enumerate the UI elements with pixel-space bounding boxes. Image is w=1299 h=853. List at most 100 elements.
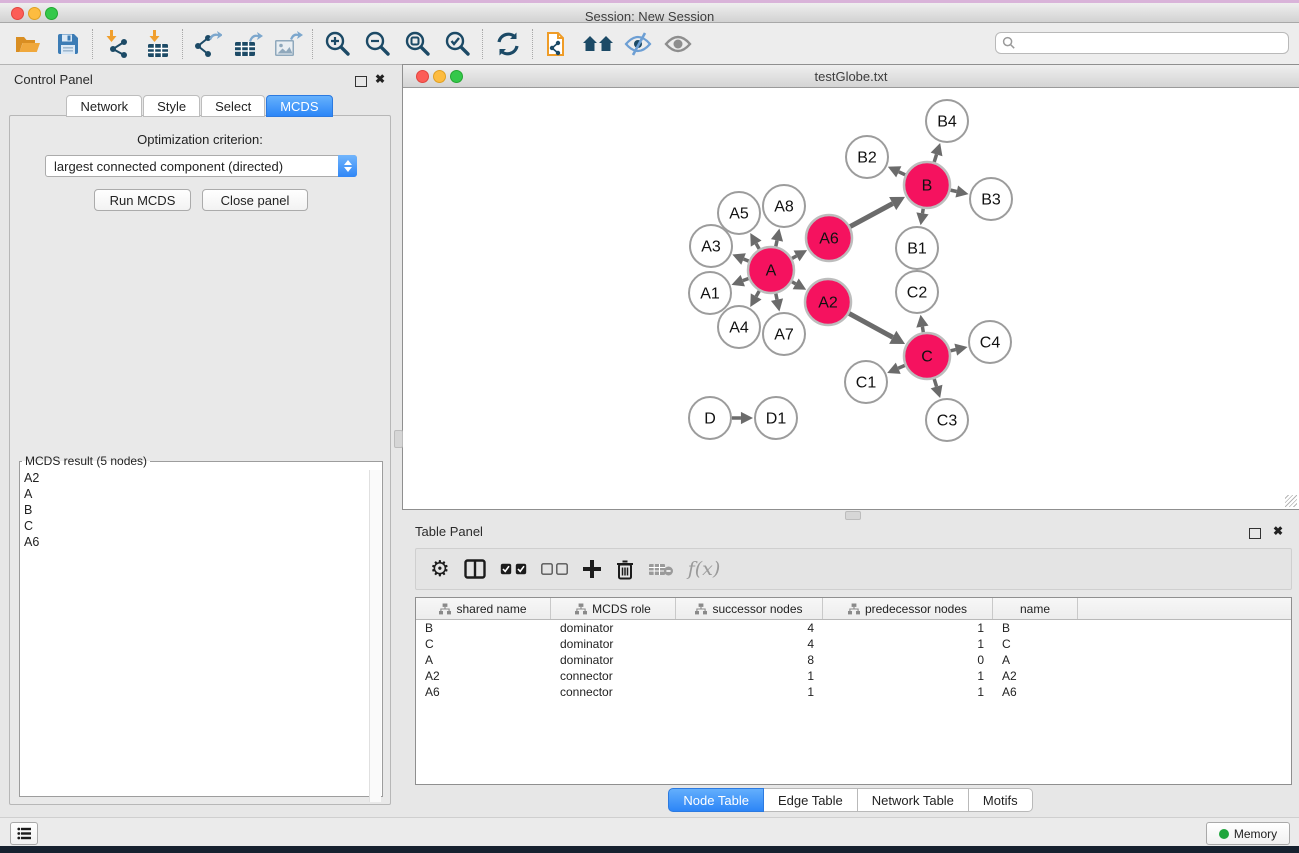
refresh-layout-icon[interactable] [488, 27, 528, 61]
graph-edge[interactable] [950, 190, 956, 191]
select-all-check-icon[interactable] [500, 554, 527, 584]
table-cell[interactable]: B [416, 621, 551, 635]
search-input[interactable] [1016, 35, 1288, 51]
table-row[interactable]: A6connector11A6 [416, 684, 1291, 700]
table-cell[interactable]: C [416, 637, 551, 651]
table-cell[interactable]: dominator [551, 621, 676, 635]
graph-edge[interactable] [899, 172, 905, 175]
graph-edge[interactable] [792, 282, 796, 284]
result-item[interactable]: C [24, 518, 382, 534]
table-cell[interactable]: 1 [823, 685, 993, 699]
table-cell[interactable]: A [993, 653, 1078, 667]
network-from-file-icon[interactable] [538, 27, 578, 61]
network-graph[interactable]: B4B2BB3B1A5A8A6A3AA1A2C2A4A7CC4C1C3DD1 [403, 88, 1298, 509]
graph-edge[interactable] [850, 204, 893, 227]
main-titlebar[interactable]: Session: New Session [0, 3, 1299, 23]
result-item[interactable]: A [24, 486, 382, 502]
tab-style[interactable]: Style [143, 95, 200, 117]
zoom-selected-icon[interactable] [438, 27, 478, 61]
export-table-icon[interactable] [228, 27, 268, 61]
deselect-all-icon[interactable] [541, 554, 568, 584]
delete-column-icon[interactable] [616, 554, 634, 584]
graph-edge[interactable] [776, 240, 777, 246]
export-network-icon[interactable] [188, 27, 228, 61]
float-panel-icon[interactable] [355, 74, 367, 92]
task-history-button[interactable] [10, 822, 38, 845]
tab-select[interactable]: Select [201, 95, 265, 117]
table-cell[interactable]: A2 [993, 669, 1078, 683]
graph-edge[interactable] [934, 154, 936, 162]
gear-icon[interactable]: ⚙ [430, 554, 450, 584]
close-panel-icon[interactable]: ✖ [375, 74, 385, 84]
tab-motifs[interactable]: Motifs [969, 788, 1033, 812]
tab-node-table[interactable]: Node Table [668, 788, 764, 812]
search-field[interactable] [995, 32, 1289, 54]
column-header-predecessor-nodes[interactable]: predecessor nodes [823, 598, 993, 619]
network-titlebar[interactable]: testGlobe.txt [403, 65, 1299, 88]
hide-details-icon[interactable] [618, 27, 658, 61]
graph-edge[interactable] [934, 379, 936, 387]
table-cell[interactable]: dominator [551, 637, 676, 651]
tab-network-table[interactable]: Network Table [858, 788, 969, 812]
graph-edge[interactable] [922, 209, 923, 214]
graph-edge[interactable] [756, 244, 759, 250]
table-cell[interactable]: 4 [676, 637, 823, 651]
close-panel-button[interactable]: Close panel [202, 189, 308, 211]
table-cell[interactable]: 1 [823, 637, 993, 651]
table-cell[interactable]: A2 [416, 669, 551, 683]
column-header-name[interactable]: name [993, 598, 1078, 619]
graph-edge[interactable] [849, 313, 893, 337]
tab-network[interactable]: Network [66, 95, 142, 117]
table-row[interactable]: Adominator80A [416, 652, 1291, 668]
graph-edge[interactable] [898, 365, 905, 368]
graph-edge[interactable] [792, 256, 797, 259]
table-row[interactable]: Cdominator41C [416, 636, 1291, 652]
import-table-icon[interactable] [138, 27, 178, 61]
save-session-icon[interactable] [48, 27, 88, 61]
open-session-icon[interactable] [8, 27, 48, 61]
result-scrollbar[interactable] [369, 470, 381, 802]
table-row[interactable]: A2connector11A2 [416, 668, 1291, 684]
close-table-panel-icon[interactable]: ✖ [1273, 526, 1283, 536]
table-cell[interactable]: A6 [993, 685, 1078, 699]
table-row[interactable]: Bdominator41B [416, 620, 1291, 636]
tab-mcds[interactable]: MCDS [266, 95, 332, 117]
graph-edge[interactable] [744, 259, 749, 261]
result-item[interactable]: B [24, 502, 382, 518]
table-cell[interactable]: 1 [676, 669, 823, 683]
table-cell[interactable]: 8 [676, 653, 823, 667]
criterion-dropdown[interactable]: largest connected component (directed) [45, 155, 357, 177]
run-mcds-button[interactable]: Run MCDS [94, 189, 191, 211]
result-item[interactable]: A2 [24, 470, 382, 486]
column-header-successor-nodes[interactable]: successor nodes [676, 598, 823, 619]
zoom-in-icon[interactable] [318, 27, 358, 61]
table-cell[interactable]: C [993, 637, 1078, 651]
vertical-splitter-grip[interactable] [394, 430, 403, 448]
zoom-fit-icon[interactable] [398, 27, 438, 61]
import-network-icon[interactable] [98, 27, 138, 61]
table-cell[interactable]: B [993, 621, 1078, 635]
split-columns-icon[interactable] [464, 554, 486, 584]
add-column-icon[interactable] [582, 554, 602, 584]
first-neighbors-icon[interactable] [578, 27, 618, 61]
zoom-out-icon[interactable] [358, 27, 398, 61]
graph-edge[interactable] [776, 294, 777, 300]
table-cell[interactable]: dominator [551, 653, 676, 667]
graph-edge[interactable] [756, 291, 759, 297]
delete-table-icon[interactable] [648, 554, 674, 584]
tab-edge-table[interactable]: Edge Table [764, 788, 858, 812]
table-cell[interactable]: 4 [676, 621, 823, 635]
result-item[interactable]: A6 [24, 534, 382, 550]
table-cell[interactable]: 1 [823, 669, 993, 683]
column-header-MCDS-role[interactable]: MCDS role [551, 598, 676, 619]
graph-edge[interactable] [743, 278, 749, 280]
table-cell[interactable]: 1 [676, 685, 823, 699]
function-builder-icon[interactable]: f(x) [688, 554, 721, 584]
table-cell[interactable]: 0 [823, 653, 993, 667]
table-cell[interactable]: connector [551, 685, 676, 699]
float-table-panel-icon[interactable] [1249, 526, 1261, 544]
graph-canvas[interactable]: B4B2BB3B1A5A8A6A3AA1A2C2A4A7CC4C1C3DD1 [403, 88, 1299, 509]
table-cell[interactable]: connector [551, 669, 676, 683]
graph-edge[interactable] [950, 350, 955, 351]
graph-edge[interactable] [922, 327, 923, 333]
